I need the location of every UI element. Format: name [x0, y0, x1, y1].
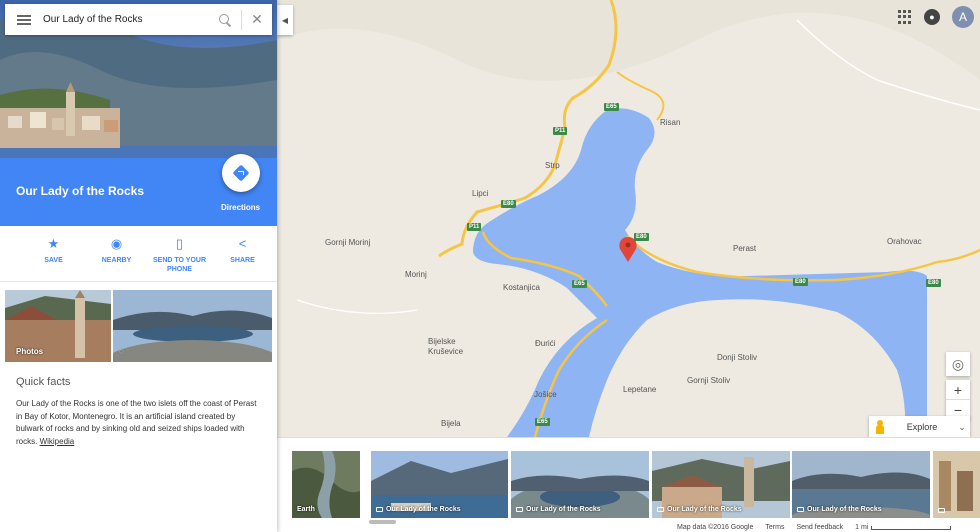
share-button[interactable]: < SHARE [211, 226, 274, 281]
road-shield: E80 [634, 233, 649, 241]
quick-facts-text: Our Lady of the Rocks is one of the two … [16, 398, 264, 448]
panorama-tile[interactable]: ◌ [113, 290, 272, 362]
account-controls: ● A [898, 6, 974, 28]
action-label: NEARBY [101, 257, 132, 264]
scale-label: 1 mi [855, 524, 952, 531]
wikipedia-link[interactable]: Wikipedia [40, 437, 75, 446]
place-label: Kostanjica [503, 283, 540, 292]
strip-scrollbar[interactable] [369, 520, 396, 524]
place-label: Risan [660, 118, 681, 127]
road-shield: E80 [501, 200, 516, 208]
menu-icon[interactable] [17, 14, 31, 25]
pegman-icon[interactable] [876, 420, 884, 434]
apps-grid-icon[interactable] [898, 10, 912, 24]
photo-thumbnail[interactable] [933, 451, 980, 518]
thumbnail-label: Our Lady of the Rocks [386, 506, 461, 513]
photo-strip: Earth Our Lady of the Rocks Our Lady of … [277, 437, 980, 532]
road-shield: E65 [604, 103, 619, 111]
place-label: Morinj [405, 270, 427, 279]
place-label: Bijela [441, 419, 461, 428]
road-shield: E65 [535, 418, 550, 426]
place-label: Đurići [535, 339, 556, 348]
avatar[interactable]: A [952, 6, 974, 28]
photo-thumbnail[interactable]: Our Lady of the Rocks [371, 451, 508, 518]
directions-label[interactable]: Directions [221, 203, 260, 212]
caret-left-icon: ◀ [281, 15, 289, 25]
place-label: Jošice [534, 390, 557, 399]
map-footer: Map data ©2016 Google Terms Send feedbac… [677, 524, 952, 531]
quick-facts-heading: Quick facts [16, 376, 71, 388]
road-shield: E80 [926, 279, 941, 287]
search-icon[interactable] [217, 12, 233, 28]
send-feedback-link[interactable]: Send feedback [796, 524, 843, 531]
earth-label: Earth [297, 506, 315, 513]
panorama-image [113, 290, 272, 362]
photo-thumbnail[interactable]: Our Lady of the Rocks [511, 451, 649, 518]
zoom-in-button[interactable]: + [946, 380, 970, 400]
directions-button[interactable] [222, 154, 260, 192]
place-label: Perast [733, 244, 757, 253]
directions-icon [232, 164, 250, 182]
nearby-icon: ◉ [110, 236, 123, 251]
road-shield: P11 [553, 127, 568, 135]
360-icon [797, 507, 804, 512]
place-panel: ✕ Our Lady of the Rocks Directions ★ SAV… [0, 0, 277, 532]
my-location-icon: ◎ [951, 355, 965, 372]
place-label: Gornji Morinj [325, 238, 371, 247]
camera-icon [376, 507, 383, 512]
thumbnail-label: Our Lady of the Rocks [807, 506, 882, 513]
explore-label: Explore [906, 422, 938, 432]
action-label: SAVE [44, 257, 63, 264]
map-data-label: Map data ©2016 Google [677, 524, 754, 531]
explore-bar[interactable]: Explore ⌄ [869, 416, 970, 438]
notifications-icon[interactable]: ● [924, 9, 940, 25]
road-shield: E80 [793, 278, 808, 286]
place-label: Bijelske Kruševice [428, 337, 464, 356]
photo-thumbnail[interactable]: Our Lady of the Rocks [792, 451, 930, 518]
road-shield: P11 [467, 223, 482, 231]
my-location-button[interactable]: ◎ [946, 352, 970, 376]
place-label: Donji Stoliv [717, 353, 758, 362]
place-label: Lipci [472, 189, 489, 198]
star-icon: ★ [47, 236, 60, 251]
photos-row: Photos ◌ [5, 290, 272, 362]
photo-thumbnail[interactable]: Our Lady of the Rocks [652, 451, 790, 518]
collapse-panel-button[interactable]: ◀ [277, 5, 293, 35]
close-icon[interactable]: ✕ [242, 11, 272, 28]
place-label: Orahovac [887, 237, 922, 246]
place-label: Lepetane [623, 385, 657, 394]
search-bar: ✕ [5, 4, 272, 35]
search-input[interactable] [43, 14, 217, 25]
thumbnail-label: Our Lady of the Rocks [526, 506, 601, 513]
action-label: SHARE [230, 257, 255, 264]
send-to-phone-icon: ▯ [175, 236, 184, 251]
place-title: Our Lady of the Rocks [16, 184, 145, 198]
zoom-controls: + − [946, 380, 970, 420]
photos-tile[interactable]: Photos [5, 290, 111, 362]
360-icon: ◌ [119, 347, 124, 356]
action-row: ★ SAVE ◉ NEARBY ▯ SEND TO YOUR PHONE < S… [0, 226, 277, 282]
map-controls: ◎ + − [946, 352, 970, 420]
360-icon [516, 507, 523, 512]
save-button[interactable]: ★ SAVE [22, 226, 85, 281]
camera-icon [657, 507, 664, 512]
place-label: Gornji Stoliv [687, 376, 731, 385]
scale-bar [871, 525, 952, 530]
earth-thumbnail[interactable]: Earth [292, 451, 360, 518]
action-label: SEND TO YOUR PHONE [152, 257, 207, 273]
share-icon: < [238, 236, 247, 251]
road-shield: E65 [572, 280, 587, 288]
thumbnail-label: Our Lady of the Rocks [667, 506, 742, 513]
photos-label: Photos [16, 347, 44, 356]
terms-link[interactable]: Terms [765, 524, 784, 531]
send-to-phone-button[interactable]: ▯ SEND TO YOUR PHONE [148, 226, 211, 281]
place-label: Strp [545, 161, 560, 170]
nearby-button[interactable]: ◉ NEARBY [85, 226, 148, 281]
camera-icon [938, 508, 945, 513]
chevron-down-icon[interactable]: ⌄ [954, 422, 970, 433]
